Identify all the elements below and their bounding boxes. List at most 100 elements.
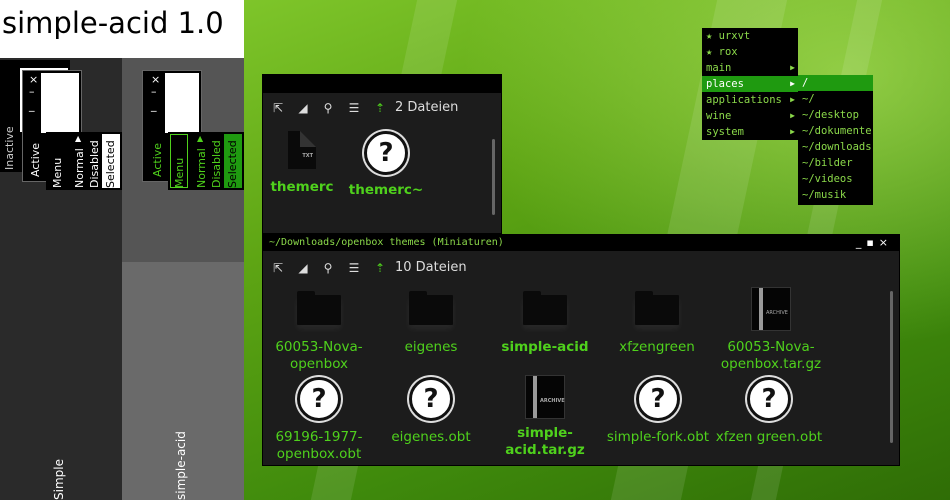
menu-item-bilder[interactable]: ~/bilder bbox=[798, 155, 873, 171]
list-view-icon[interactable]: ☰ bbox=[347, 101, 361, 115]
places-submenu: / ~/ ~/desktop ~/dokumente ~/downloads ~… bbox=[798, 75, 873, 205]
file-item-label: 60053-Nova-openbox bbox=[275, 339, 363, 372]
file-item[interactable]: simple-acid bbox=[497, 291, 593, 356]
openbox-root-menu: ★ urxvt ★ rox main ▶ places ▶ applications… bbox=[702, 28, 798, 140]
toolbar: ⇱ ◢ ⚲ ☰ ⇡ 2 Dateien bbox=[263, 95, 501, 121]
simple-acid-theme-name: simple-acid bbox=[174, 431, 188, 500]
archive-icon: ARCHIVE bbox=[525, 375, 565, 419]
file-item[interactable]: ARCHIVE simple-acid.tar.gz bbox=[497, 375, 593, 459]
disabled-label: Disabled bbox=[210, 140, 223, 188]
file-item-label: eigenes bbox=[404, 339, 458, 355]
file-item[interactable]: xfzengreen bbox=[609, 291, 705, 356]
menu-item-home[interactable]: ~/ bbox=[798, 91, 873, 107]
selected-label: Selected bbox=[226, 140, 239, 188]
file-item[interactable]: ? xfzen green.obt bbox=[713, 377, 825, 446]
folder-icon bbox=[523, 291, 567, 325]
file-item-label: themerc~ bbox=[348, 182, 424, 198]
simple-theme-column: Inactive × – _ Active Menu Normal ▲ Disa… bbox=[0, 58, 122, 500]
close-icon[interactable]: × bbox=[879, 236, 893, 249]
menu-preview: Menu Normal ▲ Disabled Selected bbox=[168, 132, 244, 190]
normal-label: Normal bbox=[195, 148, 208, 188]
file-item[interactable]: ARCHIVE 60053-Nova-openbox.tar.gz bbox=[715, 287, 827, 373]
maximize-icon: – bbox=[151, 85, 157, 98]
simple-acid-theme-column: × – _ Active Menu Normal ▲ Disabled Sele… bbox=[122, 58, 244, 500]
minimize-icon[interactable]: _ bbox=[856, 236, 867, 249]
arrow-up-icon: ▲ bbox=[197, 134, 204, 143]
theme-preview-panel: simple-acid 1.0 Inactive × – _ Active Me… bbox=[0, 0, 244, 500]
menu-item-label: wine bbox=[706, 110, 732, 122]
edit-icon[interactable]: ◢ bbox=[296, 261, 310, 275]
archive-icon: ARCHIVE bbox=[751, 287, 791, 331]
file-item-label: themerc bbox=[270, 179, 334, 195]
menu-item-wine[interactable]: wine ▶ bbox=[702, 108, 798, 124]
window-controls: _▪× bbox=[856, 236, 893, 249]
file-item[interactable]: ? themerc~ bbox=[343, 131, 429, 199]
submenu-arrow-icon: ▶ bbox=[790, 63, 795, 72]
unknown-file-icon: ? bbox=[409, 377, 453, 421]
file-item-label: 69196-1977-openbox.obt bbox=[275, 429, 363, 462]
list-view-icon[interactable]: ☰ bbox=[347, 261, 361, 275]
window-title: ~/Downloads/openbox themes (Miniaturen) bbox=[269, 237, 504, 248]
menu-item-label: main bbox=[706, 62, 732, 74]
submenu-arrow-icon: ▶ bbox=[790, 79, 795, 88]
menu-item-videos[interactable]: ~/videos bbox=[798, 171, 873, 187]
file-item-label: simple-acid bbox=[501, 339, 589, 355]
file-item-label: simple-fork.obt bbox=[606, 429, 710, 445]
file-item-label: 60053-Nova-openbox.tar.gz bbox=[720, 339, 822, 372]
menu-item-system[interactable]: system ▶ bbox=[702, 124, 798, 140]
text-file-icon: TXT bbox=[288, 131, 316, 169]
file-item[interactable]: TXT themerc bbox=[267, 131, 337, 196]
menu-item-urxvt[interactable]: ★ urxvt bbox=[702, 28, 798, 44]
minimize-icon: _ bbox=[29, 99, 35, 112]
menu-label: Menu bbox=[51, 157, 64, 188]
search-icon[interactable]: ⚲ bbox=[321, 101, 335, 115]
file-item-label: xfzen green.obt bbox=[715, 429, 823, 445]
menu-item-places[interactable]: places ▶ bbox=[702, 76, 798, 92]
menu-item-root[interactable]: / bbox=[798, 75, 873, 91]
window-titlebar[interactable] bbox=[263, 75, 501, 93]
up-directory-icon[interactable]: ⇱ bbox=[271, 101, 285, 115]
file-item[interactable]: ? 69196-1977-openbox.obt bbox=[269, 377, 369, 463]
scrollbar[interactable] bbox=[492, 139, 495, 215]
file-item[interactable]: ? eigenes.obt bbox=[383, 377, 479, 446]
search-icon[interactable]: ⚲ bbox=[321, 261, 335, 275]
menu-item-rox[interactable]: ★ rox bbox=[702, 44, 798, 60]
unknown-file-icon: ? bbox=[364, 131, 408, 175]
simple-theme-name: Simple bbox=[52, 459, 66, 500]
unknown-file-icon: ? bbox=[636, 377, 680, 421]
unknown-file-icon: ? bbox=[747, 377, 791, 421]
menu-item-applications[interactable]: applications ▶ bbox=[702, 92, 798, 108]
menu-item-downloads[interactable]: ~/downloads bbox=[798, 139, 873, 155]
maximize-icon: – bbox=[29, 85, 35, 98]
maximize-icon[interactable]: ▪ bbox=[866, 236, 878, 249]
active-label: Active bbox=[29, 142, 42, 177]
window-titlebar[interactable]: ~/Downloads/openbox themes (Miniaturen) … bbox=[263, 235, 899, 251]
file-item-label: eigenes.obt bbox=[391, 429, 471, 445]
file-count: 10 Dateien bbox=[395, 260, 467, 275]
scrollbar[interactable] bbox=[890, 291, 893, 443]
submenu-arrow-icon: ▶ bbox=[790, 127, 795, 136]
menu-item-musik[interactable]: ~/musik bbox=[798, 187, 873, 203]
sort-icon[interactable]: ⇡ bbox=[373, 261, 387, 275]
selected-label: Selected bbox=[104, 140, 117, 188]
up-directory-icon[interactable]: ⇱ bbox=[271, 261, 285, 275]
sort-icon[interactable]: ⇡ bbox=[373, 101, 387, 115]
menu-item-main[interactable]: main ▶ bbox=[702, 60, 798, 76]
file-item[interactable]: ? simple-fork.obt bbox=[603, 377, 713, 446]
file-count: 2 Dateien bbox=[395, 100, 459, 115]
edit-icon[interactable]: ◢ bbox=[296, 101, 310, 115]
file-manager-window[interactable]: ~/Downloads/openbox themes (Miniaturen) … bbox=[262, 234, 900, 466]
menu-item-dokumente[interactable]: ~/dokumente bbox=[798, 123, 873, 139]
file-manager-window-small[interactable]: ⇱ ◢ ⚲ ☰ ⇡ 2 Dateien TXT themerc ? themer… bbox=[262, 74, 502, 234]
folder-icon bbox=[635, 291, 679, 325]
preview-title-banner: simple-acid 1.0 bbox=[0, 0, 244, 58]
menu-item-desktop[interactable]: ~/desktop bbox=[798, 107, 873, 123]
file-item-label: xfzengreen bbox=[619, 339, 695, 355]
folder-icon bbox=[297, 291, 341, 325]
file-item[interactable]: 60053-Nova-openbox bbox=[271, 291, 367, 373]
active-label: Active bbox=[151, 142, 164, 177]
submenu-arrow-icon: ▶ bbox=[790, 95, 795, 104]
inactive-label: Inactive bbox=[3, 126, 16, 170]
file-item[interactable]: eigenes bbox=[383, 291, 479, 356]
menu-label: Menu bbox=[173, 157, 186, 188]
